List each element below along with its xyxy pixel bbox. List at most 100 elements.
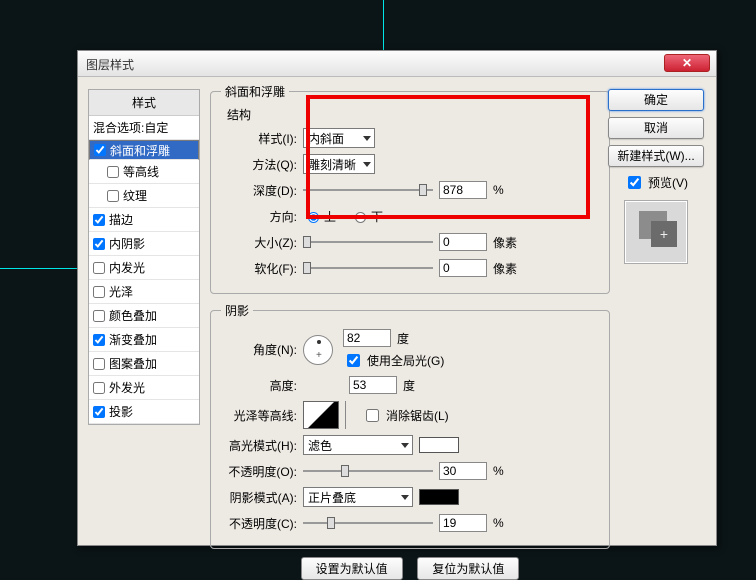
altitude-input[interactable]: 53	[349, 376, 397, 394]
direction-label: 方向:	[221, 208, 303, 225]
depth-input[interactable]: 878	[439, 181, 487, 199]
highlight-opacity-label: 不透明度(O):	[221, 463, 303, 480]
highlight-opacity-input[interactable]: 30	[439, 462, 487, 480]
style-label: 样式(I):	[221, 130, 303, 147]
preview-thumbnail	[624, 200, 688, 264]
technique-label: 方法(Q):	[221, 156, 303, 173]
close-icon[interactable]: ✕	[664, 54, 710, 72]
highlight-opacity-slider[interactable]	[303, 464, 433, 478]
titlebar[interactable]: 图层样式 ✕	[78, 51, 716, 77]
list-item-label: 外发光	[109, 379, 145, 396]
reset-default-button[interactable]: 复位为默认值	[417, 557, 519, 580]
size-unit: 像素	[493, 234, 517, 251]
preview-checkbox[interactable]	[628, 176, 641, 189]
layer-style-dialog: 图层样式 ✕ 样式 混合选项:自定 斜面和浮雕 等高线 纹理 描边 内阴影 内发…	[77, 50, 717, 546]
soften-label: 软化(F):	[221, 260, 303, 277]
chevron-down-icon	[401, 495, 409, 500]
style-item-stroke[interactable]: 描边	[89, 208, 199, 232]
guide-horizontal	[0, 268, 77, 269]
input-value: 0	[443, 261, 450, 275]
checkbox-gradient-overlay[interactable]	[93, 334, 105, 346]
styles-header[interactable]: 样式	[89, 90, 199, 116]
style-item-satin[interactable]: 光泽	[89, 280, 199, 304]
input-value: 30	[443, 464, 456, 478]
style-item-pattern-overlay[interactable]: 图案叠加	[89, 352, 199, 376]
make-default-button[interactable]: 设置为默认值	[301, 557, 403, 580]
direction-down-label: 下	[371, 208, 383, 225]
use-global-light-label: 使用全局光(G)	[367, 352, 444, 369]
depth-slider[interactable]	[303, 183, 433, 197]
style-item-inner-shadow[interactable]: 内阴影	[89, 232, 199, 256]
checkbox-color-overlay[interactable]	[93, 310, 105, 322]
input-value: 0	[443, 235, 450, 249]
list-item-label: 渐变叠加	[109, 331, 157, 348]
bevel-group-legend: 斜面和浮雕	[221, 83, 289, 100]
direction-down-radio[interactable]	[355, 212, 366, 223]
style-item-gradient-overlay[interactable]: 渐变叠加	[89, 328, 199, 352]
angle-dial[interactable]: +	[303, 335, 333, 365]
input-value: 82	[347, 331, 360, 345]
size-slider[interactable]	[303, 235, 433, 249]
shadow-mode-select[interactable]: 正片叠底	[303, 487, 413, 507]
checkbox-inner-shadow[interactable]	[93, 238, 105, 250]
preview-label: 预览(V)	[648, 174, 688, 191]
list-item-label: 图案叠加	[109, 355, 157, 372]
input-value: 53	[353, 378, 366, 392]
shading-legend: 阴影	[221, 302, 253, 319]
checkbox-satin[interactable]	[93, 286, 105, 298]
style-item-bevel[interactable]: 斜面和浮雕	[89, 140, 199, 160]
use-global-light-checkbox[interactable]	[347, 354, 360, 367]
size-input[interactable]: 0	[439, 233, 487, 251]
blend-options-row[interactable]: 混合选项:自定	[89, 116, 199, 140]
checkbox-bevel[interactable]	[94, 144, 106, 156]
cancel-button[interactable]: 取消	[608, 117, 704, 139]
shadow-opacity-input[interactable]: 19	[439, 514, 487, 532]
size-label: 大小(Z):	[221, 234, 303, 251]
shadow-opacity-slider[interactable]	[303, 516, 433, 530]
structure-sublabel: 结构	[221, 106, 599, 123]
checkbox-texture[interactable]	[107, 190, 119, 202]
gloss-contour-picker[interactable]	[303, 401, 339, 429]
new-style-button[interactable]: 新建样式(W)...	[608, 145, 704, 167]
input-value: 878	[443, 183, 463, 197]
altitude-unit: 度	[403, 377, 415, 394]
list-item-label: 描边	[109, 211, 133, 228]
select-value: 滤色	[308, 437, 332, 454]
input-value: 19	[443, 516, 456, 530]
list-item-label: 纹理	[123, 187, 147, 204]
chevron-down-icon	[363, 162, 371, 167]
checkbox-inner-glow[interactable]	[93, 262, 105, 274]
shadow-color-swatch[interactable]	[419, 489, 459, 505]
shadow-mode-label: 阴影模式(A):	[221, 489, 303, 506]
style-item-texture[interactable]: 纹理	[89, 184, 199, 208]
style-item-drop-shadow[interactable]: 投影	[89, 400, 199, 424]
antialias-checkbox[interactable]	[366, 409, 379, 422]
checkbox-outer-glow[interactable]	[93, 382, 105, 394]
highlight-color-swatch[interactable]	[419, 437, 459, 453]
opacity-unit: %	[493, 516, 504, 530]
list-item-label: 颜色叠加	[109, 307, 157, 324]
direction-up-radio[interactable]	[308, 212, 319, 223]
checkbox-pattern-overlay[interactable]	[93, 358, 105, 370]
soften-input[interactable]: 0	[439, 259, 487, 277]
antialias-label: 消除锯齿(L)	[386, 407, 449, 424]
highlight-mode-select[interactable]: 滤色	[303, 435, 413, 455]
style-item-outer-glow[interactable]: 外发光	[89, 376, 199, 400]
gloss-contour-dropdown[interactable]	[345, 401, 352, 429]
checkbox-stroke[interactable]	[93, 214, 105, 226]
angle-label: 角度(N):	[221, 341, 303, 358]
checkbox-drop-shadow[interactable]	[93, 406, 105, 418]
select-value: 雕刻清晰	[308, 156, 356, 173]
technique-select[interactable]: 雕刻清晰	[303, 154, 375, 174]
style-select[interactable]: 内斜面	[303, 128, 375, 148]
select-value: 正片叠底	[308, 489, 356, 506]
style-item-contour[interactable]: 等高线	[89, 160, 199, 184]
style-item-inner-glow[interactable]: 内发光	[89, 256, 199, 280]
ok-button[interactable]: 确定	[608, 89, 704, 111]
list-item-label: 内发光	[109, 259, 145, 276]
style-item-color-overlay[interactable]: 颜色叠加	[89, 304, 199, 328]
soften-slider[interactable]	[303, 261, 433, 275]
angle-input[interactable]: 82	[343, 329, 391, 347]
checkbox-contour[interactable]	[107, 166, 119, 178]
styles-list-panel: 样式 混合选项:自定 斜面和浮雕 等高线 纹理 描边 内阴影 内发光 光泽 颜色…	[88, 89, 200, 425]
